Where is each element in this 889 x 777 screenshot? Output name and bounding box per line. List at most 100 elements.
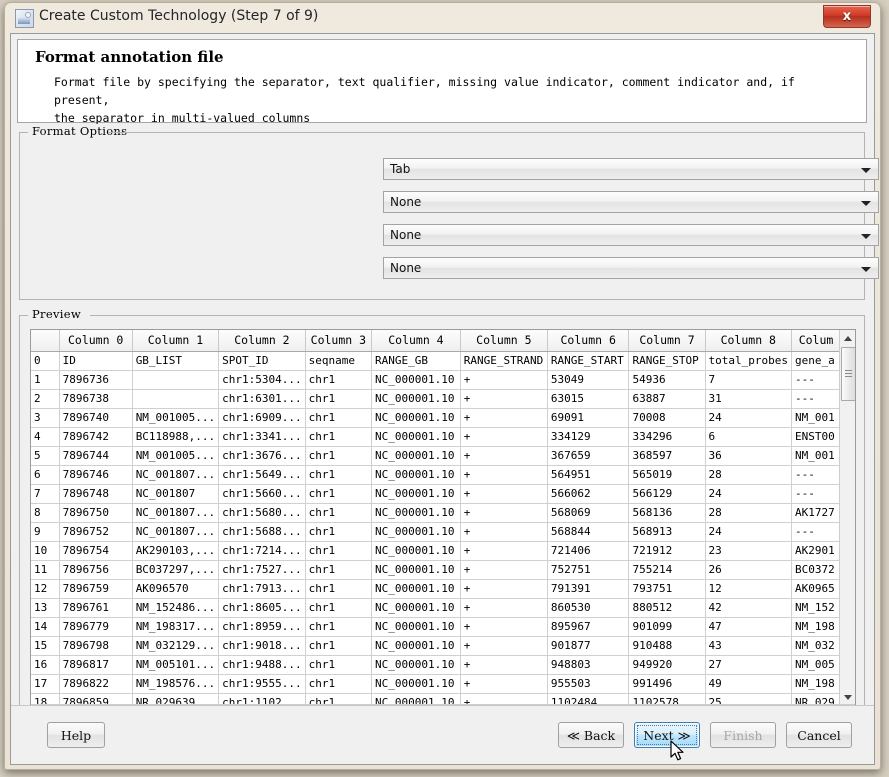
cell-r12-c9[interactable]: AK0965 [792,580,841,599]
cell-r5-c1[interactable]: NM_001005... [132,447,218,466]
cell-r9-c4[interactable]: NC_000001.10 [372,523,461,542]
cell-r1-c3[interactable]: chr1 [305,371,371,390]
row-header[interactable]: 17 [31,675,59,694]
table-row[interactable]: 87896750NC_001807...chr1:5680...chr1NC_0… [31,504,841,523]
cell-r7-c6[interactable]: 566062 [547,485,629,504]
close-button[interactable]: x [823,5,871,28]
table-row[interactable]: 167896817NM_005101...chr1:9488...chr1NC_… [31,656,841,675]
cell-r17-c8[interactable]: 49 [705,675,791,694]
row-header[interactable]: 10 [31,542,59,561]
column-header-4[interactable]: Column 4 [372,330,461,352]
cell-r15-c3[interactable]: chr1 [305,637,371,656]
table-row[interactable]: 0IDGB_LISTSPOT_IDseqnameRANGE_GBRANGE_ST… [31,352,841,371]
cell-r0-c0[interactable]: ID [59,352,132,371]
row-header[interactable]: 12 [31,580,59,599]
scroll-up-button[interactable] [840,330,855,346]
row-header[interactable]: 13 [31,599,59,618]
cell-r9-c5[interactable]: + [460,523,547,542]
cell-r16-c5[interactable]: + [460,656,547,675]
cell-r6-c2[interactable]: chr1:5649... [219,466,305,485]
cell-r10-c1[interactable]: AK290103,... [132,542,218,561]
cell-r6-c5[interactable]: + [460,466,547,485]
cell-r13-c6[interactable]: 860530 [547,599,629,618]
cell-r8-c4[interactable]: NC_000001.10 [372,504,461,523]
cell-r2-c3[interactable]: chr1 [305,390,371,409]
cell-r17-c4[interactable]: NC_000001.10 [372,675,461,694]
cell-r10-c0[interactable]: 7896754 [59,542,132,561]
cell-r3-c6[interactable]: 69091 [547,409,629,428]
cell-r6-c3[interactable]: chr1 [305,466,371,485]
column-header-1[interactable]: Column 1 [132,330,218,352]
table-row[interactable]: 177896822NM_198576...chr1:9555...chr1NC_… [31,675,841,694]
cell-r17-c7[interactable]: 991496 [629,675,705,694]
cell-r12-c3[interactable]: chr1 [305,580,371,599]
cell-r6-c6[interactable]: 564951 [547,466,629,485]
cell-r16-c6[interactable]: 948803 [547,656,629,675]
cell-r2-c4[interactable]: NC_000001.10 [372,390,461,409]
cell-r9-c6[interactable]: 568844 [547,523,629,542]
cell-r13-c8[interactable]: 42 [705,599,791,618]
cell-r12-c4[interactable]: NC_000001.10 [372,580,461,599]
cell-r9-c3[interactable]: chr1 [305,523,371,542]
cell-r4-c8[interactable]: 6 [705,428,791,447]
table-row[interactable]: 137896761NM_152486...chr1:8605...chr1NC_… [31,599,841,618]
cell-r5-c9[interactable]: NM_001 [792,447,841,466]
table-row[interactable]: 127896759AK096570chr1:7913...chr1NC_0000… [31,580,841,599]
row-header[interactable]: 5 [31,447,59,466]
column-header-2[interactable]: Column 2 [219,330,305,352]
cell-r6-c1[interactable]: NC_001807... [132,466,218,485]
cell-r14-c7[interactable]: 901099 [629,618,705,637]
cell-r14-c0[interactable]: 7896779 [59,618,132,637]
row-header[interactable]: 7 [31,485,59,504]
cell-r16-c1[interactable]: NM_005101... [132,656,218,675]
cell-r3-c4[interactable]: NC_000001.10 [372,409,461,428]
help-button[interactable]: Help [47,722,105,748]
cell-r3-c2[interactable]: chr1:6909... [219,409,305,428]
cell-r4-c6[interactable]: 334129 [547,428,629,447]
cell-r7-c4[interactable]: NC_000001.10 [372,485,461,504]
cell-r9-c8[interactable]: 24 [705,523,791,542]
table-row[interactable]: 147896779NM_198317...chr1:8959...chr1NC_… [31,618,841,637]
table-row[interactable]: 37896740NM_001005...chr1:6909...chr1NC_0… [31,409,841,428]
cell-r17-c0[interactable]: 7896822 [59,675,132,694]
cell-r0-c3[interactable]: seqname [305,352,371,371]
table-row[interactable]: 117896756BC037297,...chr1:7527...chr1NC_… [31,561,841,580]
cell-r0-c4[interactable]: RANGE_GB [372,352,461,371]
cell-r16-c0[interactable]: 7896817 [59,656,132,675]
cell-r11-c5[interactable]: + [460,561,547,580]
cell-r15-c6[interactable]: 901877 [547,637,629,656]
cell-r10-c5[interactable]: + [460,542,547,561]
back-button[interactable]: ≪ Back [558,722,624,748]
cell-r10-c3[interactable]: chr1 [305,542,371,561]
cell-r2-c5[interactable]: + [460,390,547,409]
cell-r4-c0[interactable]: 7896742 [59,428,132,447]
cell-r3-c8[interactable]: 24 [705,409,791,428]
row-header[interactable]: 6 [31,466,59,485]
cell-r5-c8[interactable]: 36 [705,447,791,466]
cell-r7-c2[interactable]: chr1:5660... [219,485,305,504]
cell-r8-c9[interactable]: AK1727 [792,504,841,523]
cell-r2-c2[interactable]: chr1:6301... [219,390,305,409]
table-row[interactable]: 97896752NC_001807...chr1:5688...chr1NC_0… [31,523,841,542]
cell-r12-c6[interactable]: 791391 [547,580,629,599]
column-header-9[interactable]: Colum [792,330,841,352]
cell-r14-c6[interactable]: 895967 [547,618,629,637]
cell-r14-c1[interactable]: NM_198317... [132,618,218,637]
cell-r3-c1[interactable]: NM_001005... [132,409,218,428]
row-header[interactable]: 11 [31,561,59,580]
row-header[interactable]: 1 [31,371,59,390]
cell-r0-c7[interactable]: RANGE_STOP [629,352,705,371]
row-header[interactable]: 14 [31,618,59,637]
cell-r4-c1[interactable]: BC118988,... [132,428,218,447]
cell-r8-c8[interactable]: 28 [705,504,791,523]
cell-r13-c9[interactable]: NM_152 [792,599,841,618]
cell-r17-c9[interactable]: NM_198 [792,675,841,694]
cell-r0-c2[interactable]: SPOT_ID [219,352,305,371]
cell-r12-c8[interactable]: 12 [705,580,791,599]
cell-r7-c5[interactable]: + [460,485,547,504]
cell-r17-c2[interactable]: chr1:9555... [219,675,305,694]
cell-r1-c5[interactable]: + [460,371,547,390]
cell-r4-c7[interactable]: 334296 [629,428,705,447]
row-header[interactable]: 3 [31,409,59,428]
cell-r7-c7[interactable]: 566129 [629,485,705,504]
